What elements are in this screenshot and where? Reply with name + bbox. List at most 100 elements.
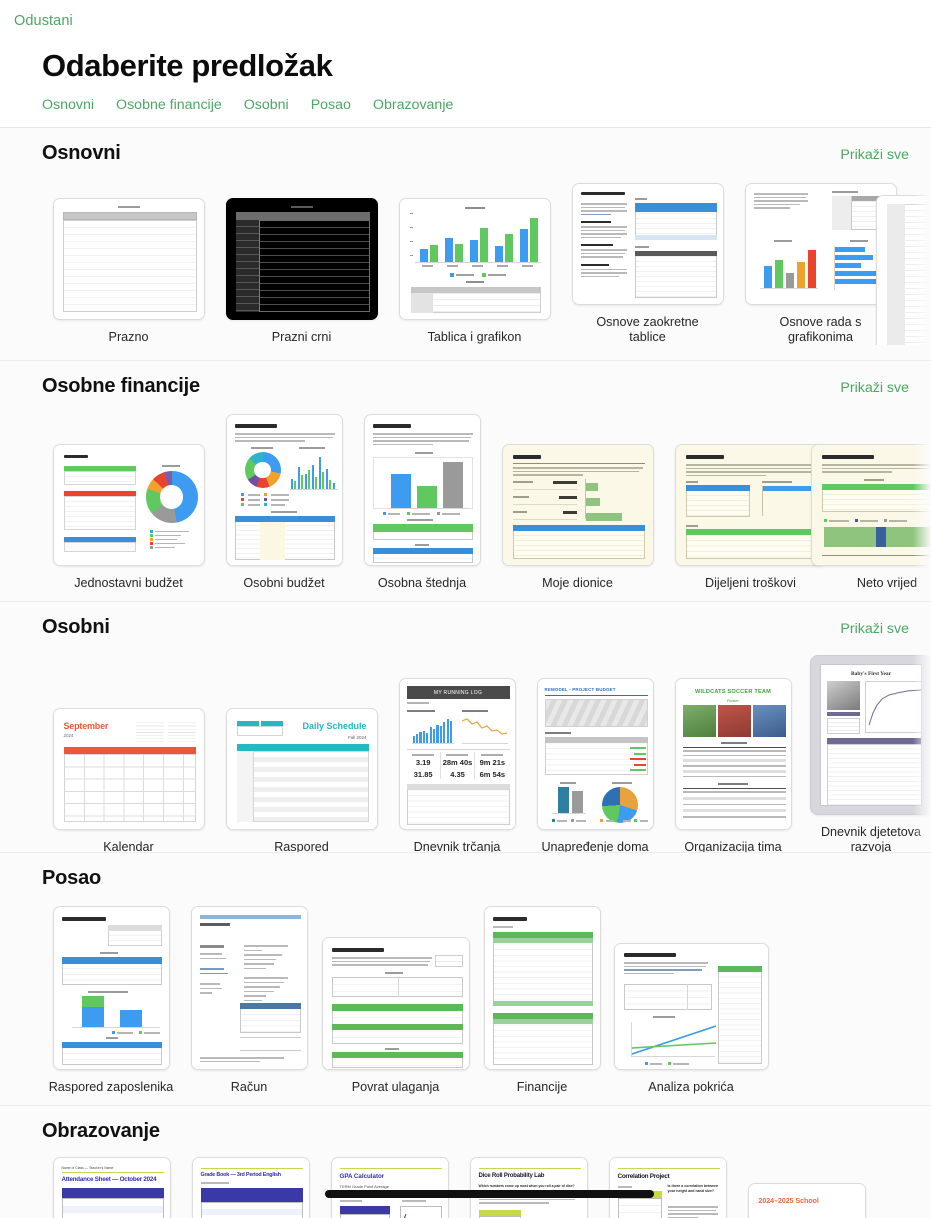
template-card-povrat-ulaganja[interactable]: Povrat ulaganja [318,937,473,1095]
section-title: Obrazovanje [42,1120,160,1142]
template-thumbnail[interactable] [52,198,205,320]
template-thumbnail[interactable] [483,906,601,1070]
template-thumbnail[interactable] [613,943,769,1070]
template-card-organizacija-tima[interactable]: WILDCATS SOCCER TEAM Roster Organizacija… [664,678,802,855]
category-nav-item-obrazovanje[interactable]: Obrazovanje [373,97,453,113]
calendar-year: 2024 [63,733,74,738]
template-thumbnail[interactable] [190,906,308,1070]
template-thumbnail[interactable] [876,195,931,345]
template-thumbnail[interactable] [52,906,170,1070]
template-card-dnevnik-djetetova-razvoja[interactable]: Baby's First Year Dnevnik djetetova razv… [802,655,931,855]
section-title: Posao [42,867,102,889]
template-card-prazno[interactable]: Prazno [42,198,215,345]
category-nav-item-osobni[interactable]: Osobni [244,97,289,113]
cancel-button[interactable]: Odustani [14,13,73,29]
template-card-neto-vrijednost[interactable]: Neto vrijed [811,444,931,591]
soccer-heading: WILDCATS SOCCER TEAM [695,689,771,695]
template-card-kalendar[interactable]: September 2024 Kalendar [42,708,215,855]
template-card-racun[interactable]: Račun [180,906,318,1095]
dice-heading: Dice Roll Probability Lab [478,1173,545,1179]
category-nav-item-osnovni[interactable]: Osnovni [42,97,94,113]
template-card-jednostavni-budzet[interactable]: Jednostavni budžet [42,444,215,591]
template-card-moje-dionice[interactable]: Moje dionice [491,444,664,591]
window-toolbar: Odustani [0,0,931,41]
template-label: Analiza pokrića [648,1080,734,1094]
section-header-osobni: Osobni Prikaži sve [0,602,931,639]
section-title: Osobne financije [42,375,200,397]
template-label: Tablica i grafikon [427,330,522,344]
template-thumbnail[interactable] [744,183,897,305]
template-thumbnail[interactable] [52,444,205,566]
running-stat-value: 3.19 [415,758,431,767]
section-posao: Posao Raspored zaposlenika Račun Povrat … [0,852,931,1105]
template-label: Moje dionice [542,576,613,590]
pace-line-chart [461,718,507,735]
template-card-raspored[interactable]: Daily Schedule Fall 2024 Raspored [215,708,388,855]
remodel-heading: REMODEL - PROJECT BUDGET [544,687,616,692]
section-title: Osobni [42,616,110,638]
template-card-unapredenje-doma[interactable]: REMODEL - PROJECT BUDGET Unapređenje dom… [526,678,664,855]
template-thumbnail[interactable] [398,198,551,320]
template-thumbnail[interactable]: September 2024 [52,708,205,830]
template-card-dnevnik-trcanja[interactable]: MY RUNNING LOG 3.19 28m 40s 9m 21s 31.85… [388,678,526,855]
template-thumbnail[interactable] [321,937,470,1070]
template-label: Prazni crni [271,330,332,344]
template-card-osobni-budzet[interactable]: Osobni budžet [215,414,353,591]
soccer-sub: Roster [727,698,739,703]
template-card-raspored-zaposlenika[interactable]: Raspored zaposlenika [42,906,180,1095]
template-label: Osobna štednja [377,576,467,590]
page-title: Odaberite predložak [42,48,333,83]
template-row-obrazovanje[interactable]: Name of Class — Teacher's Name Attendanc… [0,1143,931,1218]
template-thumbnail[interactable]: MY RUNNING LOG 3.19 28m 40s 9m 21s 31.85… [398,678,516,830]
template-label: Osnove rada s grafikonima [779,315,862,344]
template-card-financije[interactable]: Financije [473,906,611,1095]
template-card-osnove-zaokretne-tablice[interactable]: Osnove zaokretne tablice [561,183,734,345]
template-label: Osnove zaokretne tablice [596,315,699,344]
template-card-tablica-i-grafikon[interactable]: Tablica i grafikon [388,198,561,345]
template-label: Prazno [108,330,149,344]
category-nav: Osnovni Osobne financije Osobni Posao Ob… [42,85,931,119]
template-card-osobna-stednja[interactable]: Osobna štednja [353,414,491,591]
scrollbar-thumb[interactable] [325,1190,654,1198]
template-row-osnovni[interactable]: Prazno Prazni crni Tablica i grafikon Os… [0,128,931,360]
category-nav-item-osobne-financije[interactable]: Osobne financije [116,97,222,113]
template-row-posao[interactable]: Raspored zaposlenika Račun Povrat ulagan… [0,890,931,1095]
template-thumbnail[interactable] [225,414,343,566]
template-card-prazni-crni[interactable]: Prazni crni [215,198,388,345]
template-thumbnail[interactable] [571,183,724,305]
template-card-partial[interactable] [876,195,931,345]
template-thumbnail[interactable]: REMODEL - PROJECT BUDGET [536,678,654,830]
template-label: Jednostavni budžet [74,576,183,590]
gpa-heading: GPA Calculator [339,1173,385,1180]
section-osnovni: Osnovni Prikaži sve Prazno Prazni crni T… [0,128,931,360]
attendance-kicker: Name of Class — Teacher's Name [61,1166,114,1170]
template-row-osobne-financije[interactable]: Jednostavni budžet Osobni budžet Osobna … [0,361,931,601]
show-all-button-osobni[interactable]: Prikaži sve [840,621,909,637]
template-thumbnail[interactable] [811,444,931,566]
template-chooser-window: Odustani Odaberite predložak Osnovni Oso… [0,0,931,1218]
template-label: Dnevnik djetetova razvoja [820,825,922,854]
template-label: Financije [516,1080,568,1094]
chooser-header: Odaberite predložak Osnovni Osobne finan… [0,41,931,127]
show-all-button-osnovni[interactable]: Prikaži sve [840,147,909,163]
running-stat-value: 6m 54s [479,770,506,779]
break-even-line-chart [631,1025,716,1055]
template-thumbnail[interactable] [674,444,827,566]
template-thumbnail-selected[interactable]: Baby's First Year [810,655,931,815]
gradebook-heading: Grade Book — 3rd Period English [200,1172,282,1178]
horizontal-scrollbar[interactable] [0,1186,931,1202]
template-card-analiza-pokrica[interactable]: Analiza pokrića [611,943,771,1095]
running-stat-value: 9m 21s [479,758,506,767]
template-thumbnail[interactable] [363,414,481,566]
template-thumbnail[interactable]: Daily Schedule Fall 2024 [225,708,378,830]
template-thumbnail[interactable] [501,444,654,566]
section-header-osobne-financije: Osobne financije Prikaži sve [0,361,931,398]
schedule-term: Fall 2024 [347,735,367,740]
template-thumbnail[interactable]: WILDCATS SOCCER TEAM Roster [674,678,792,830]
template-row-osobni[interactable]: September 2024 Kalendar Daily Schedule F… [0,602,931,855]
baby-heading: Baby's First Year [851,671,891,677]
category-nav-item-posao[interactable]: Posao [311,97,351,113]
template-label: Povrat ulaganja [351,1080,440,1094]
template-thumbnail[interactable] [225,198,378,320]
show-all-button-osobne-financije[interactable]: Prikaži sve [840,380,909,396]
